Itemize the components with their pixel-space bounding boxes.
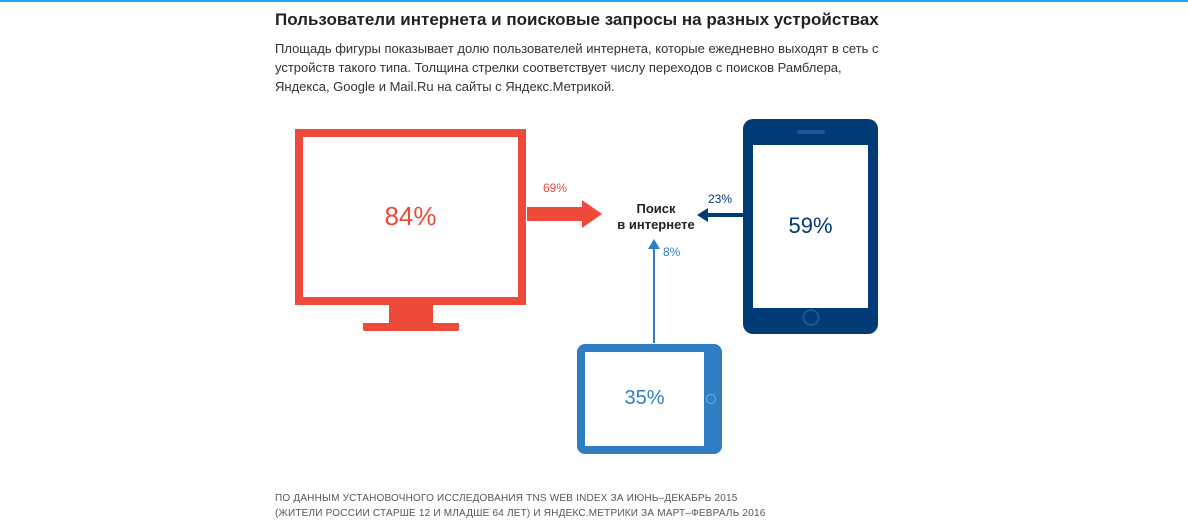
arrow-phone [697,211,743,219]
tablet-share-label: 35% [624,387,664,410]
arrow-desktop-label: 69% [543,181,567,195]
center-label: Поиск в интернете [611,201,701,235]
center-line2: в интернете [617,217,695,232]
desktop-icon: 84% [295,129,526,331]
arrow-tablet-label: 8% [663,245,680,259]
content-block: Пользователи интернета и поисковые запро… [275,10,995,521]
desktop-stand [389,305,433,323]
tablet-icon: 35% [577,344,722,454]
footnote-line2: (ЖИТЕЛИ РОССИИ СТАРШЕ 12 И МЛАДШЕ 64 ЛЕТ… [275,508,765,519]
phone-icon: 59% [743,119,878,334]
arrow-tablet [651,239,657,343]
phone-share-label: 59% [788,213,832,239]
page-title: Пользователи интернета и поисковые запро… [275,10,995,30]
tablet-screen: 35% [585,352,704,446]
device-diagram: 84% 69% Поиск в интернете 23% [275,119,975,479]
phone-home-button-icon [802,309,819,326]
footnote-line1: ПО ДАННЫМ УСТАНОВОЧНОГО ИССЛЕДОВАНИЯ TNS… [275,493,738,504]
arrow-phone-label: 23% [708,192,732,206]
tablet-home-button-icon [706,394,716,404]
description-text: Площадь фигуры показывает долю пользоват… [275,40,895,97]
desktop-share-label: 84% [384,201,436,232]
desktop-base [363,323,459,331]
desktop-screen: 84% [295,129,526,305]
arrow-desktop [527,200,607,228]
footnote: ПО ДАННЫМ УСТАНОВОЧНОГО ИССЛЕДОВАНИЯ TNS… [275,491,995,521]
page: Пользователи интернета и поисковые запро… [0,0,1188,526]
phone-speaker [797,130,825,134]
center-line1: Поиск [636,201,675,216]
phone-screen: 59% [753,145,868,308]
